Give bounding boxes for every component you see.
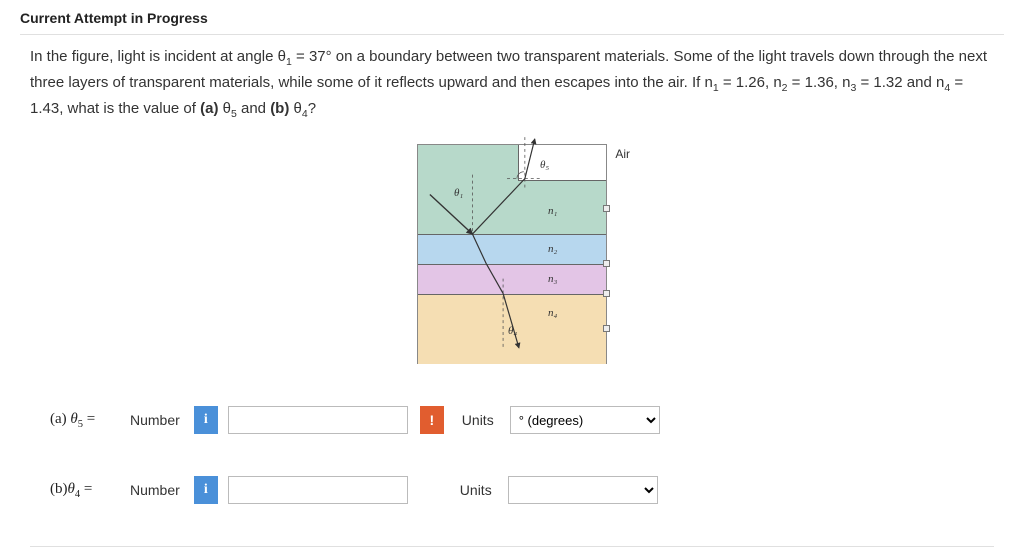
units-word: Units — [462, 412, 494, 428]
refraction-figure: Air θ₁ θ₅ θ₄ n₁ n₂ n₃ n₄ — [417, 144, 607, 364]
part-a-units-select[interactable]: ° (degrees) — [510, 406, 660, 434]
units-word: Units — [460, 482, 492, 498]
part-b-label: (b)θ4 = — [50, 481, 120, 500]
divider — [30, 546, 994, 547]
part-a-label: (a) θ5 = — [50, 411, 120, 430]
error-icon[interactable]: ! — [420, 406, 444, 434]
figure-container: Air θ₁ θ₅ θ₄ n₁ n₂ n₃ n₄ — [20, 122, 1004, 376]
part-b-number-input[interactable] — [228, 476, 408, 504]
problem-statement: In the figure, light is incident at angl… — [20, 45, 1004, 122]
number-word: Number — [130, 482, 180, 498]
answer-row-b: (b)θ4 = Number i Units — [50, 476, 1004, 504]
ray-paths — [418, 145, 606, 363]
section-title: Current Attempt in Progress — [20, 10, 1004, 34]
part-b-units-select[interactable] — [508, 476, 658, 504]
part-a-number-input[interactable] — [228, 406, 408, 434]
info-icon[interactable]: i — [194, 476, 218, 504]
error-placeholder — [418, 476, 442, 504]
answer-row-a: (a) θ5 = Number i ! Units ° (degrees) — [50, 406, 1004, 434]
answers-area: (a) θ5 = Number i ! Units ° (degrees) (b… — [20, 376, 1004, 504]
info-icon[interactable]: i — [194, 406, 218, 434]
number-word: Number — [130, 412, 180, 428]
divider — [20, 34, 1004, 35]
air-label: Air — [615, 147, 630, 161]
